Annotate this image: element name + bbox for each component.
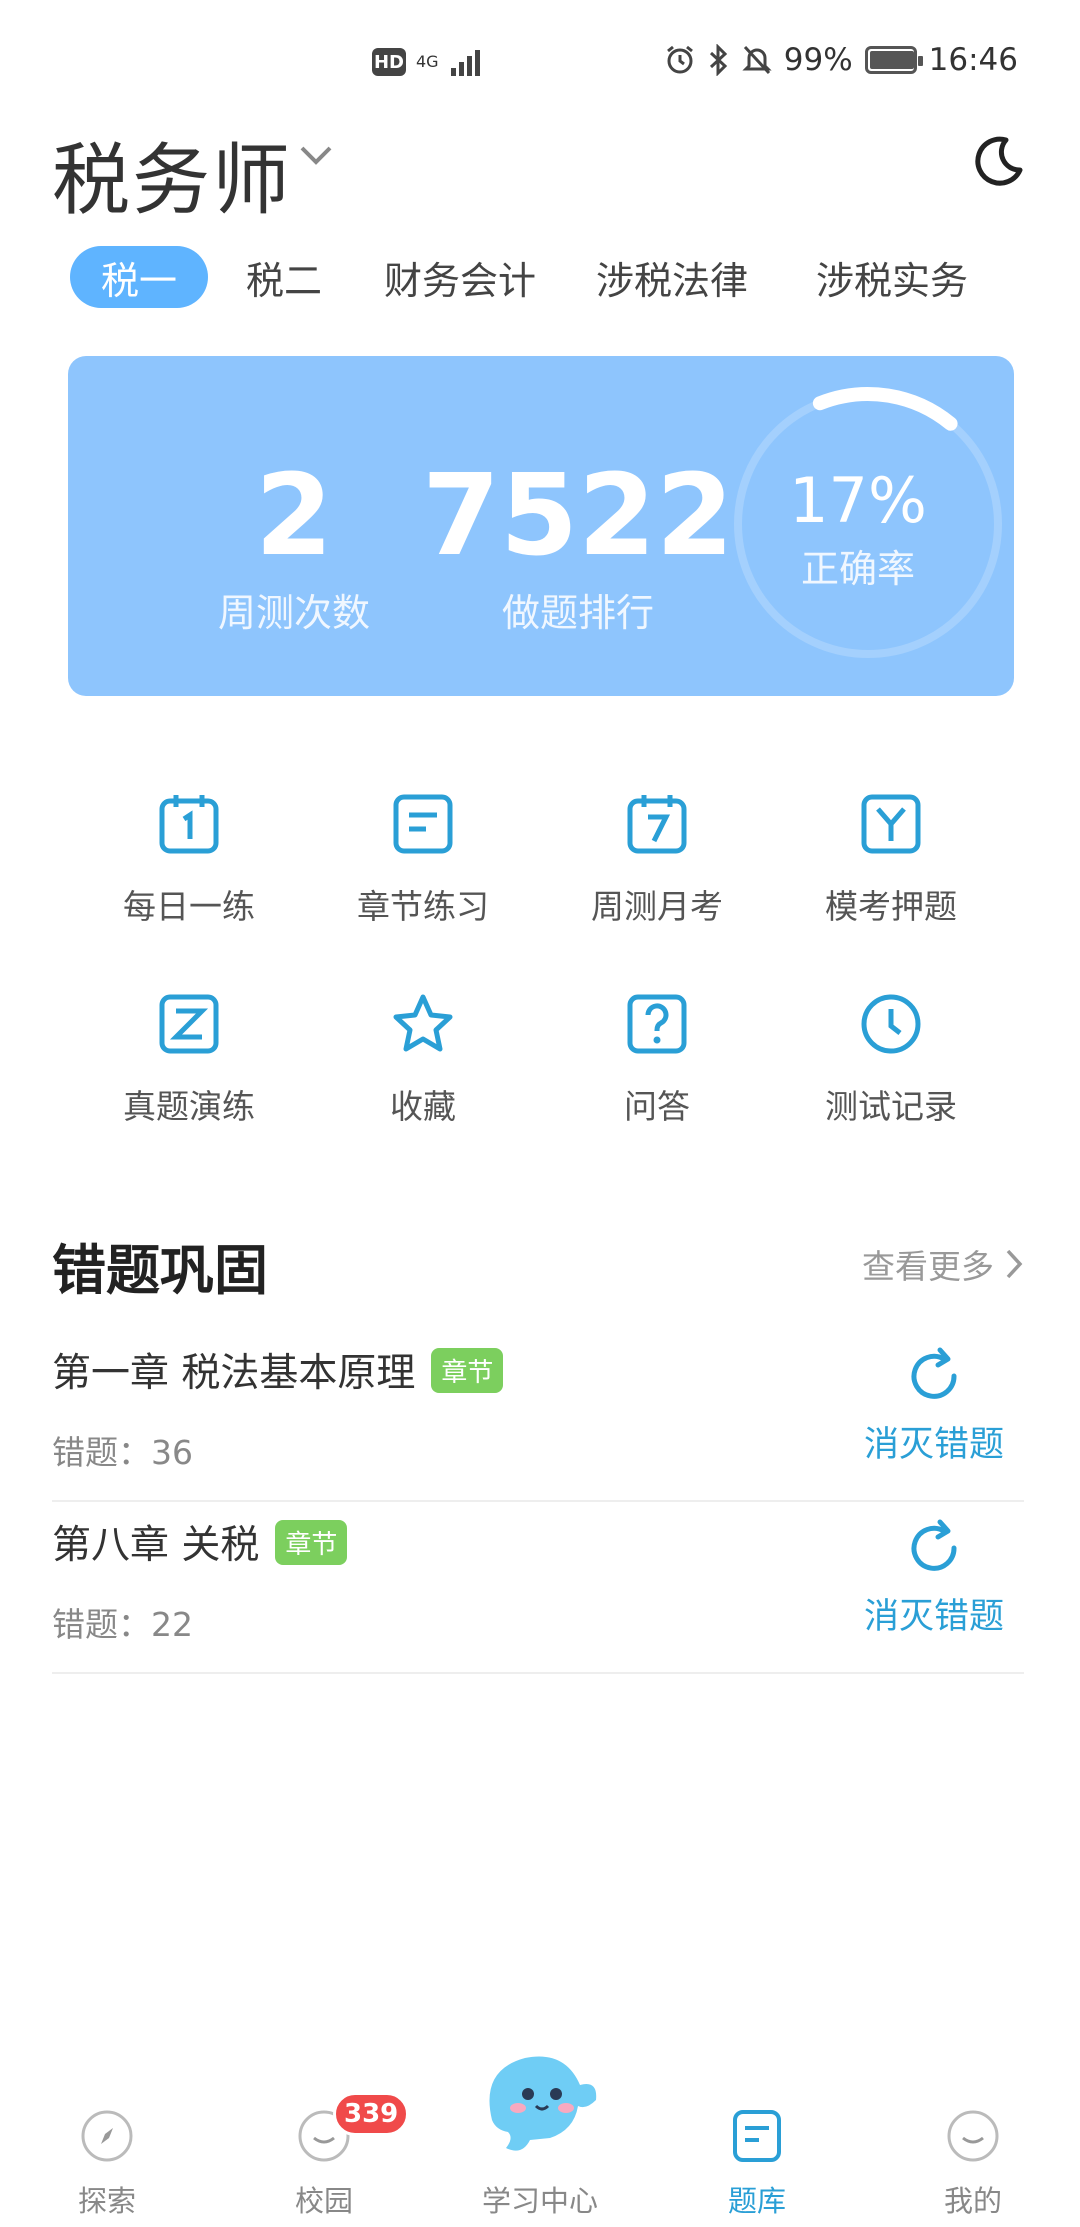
chapter-title: 第八章 关税 <box>52 1523 260 1568</box>
tab-tax-two[interactable]: 税二 <box>236 246 332 308</box>
night-mode-icon[interactable] <box>970 132 1026 188</box>
status-bar: HD 4G 99% 16:46 <box>0 0 1080 120</box>
nav-explore[interactable]: 探索 <box>32 2108 182 2220</box>
refresh-icon <box>911 1519 957 1571</box>
chapter-title: 第一章 税法基本原理 <box>52 1351 416 1396</box>
eliminate-wrong-button[interactable]: 消灭错题 <box>844 1346 1024 1467</box>
bluetooth-icon <box>709 44 727 76</box>
grid-label: 周测月考 <box>591 887 723 926</box>
stats-card[interactable]: 2 周测次数 7522 做题排行 17% 正确率 <box>68 356 1014 696</box>
list-item[interactable]: 第一章 税法基本原理 章节 错题：36 消灭错题 <box>52 1330 1024 1502</box>
chapter-tag: 章节 <box>431 1347 504 1393</box>
hd-icon: HD <box>372 48 406 76</box>
see-more-label: 查看更多 <box>862 1247 994 1286</box>
mute-bell-icon <box>742 45 772 75</box>
grid-label: 章节练习 <box>357 887 489 926</box>
nav-question-bank[interactable]: 题库 <box>682 2108 832 2220</box>
subject-selector-title[interactable]: 税务师 <box>52 118 292 230</box>
wrong-questions-title: 错题巩固 <box>52 1239 268 1302</box>
nav-label: 探索 <box>77 2184 136 2218</box>
nav-profile[interactable]: 我的 <box>898 2108 1048 2220</box>
nav-label: 题库 <box>727 2184 786 2218</box>
subject-tabs: 税一 税二 财务会计 涉税法律 涉税实务 <box>70 246 980 308</box>
clock-icon <box>861 994 921 1054</box>
question-icon <box>627 994 687 1054</box>
signal-icon <box>450 50 480 76</box>
tab-tax-one[interactable]: 税一 <box>70 246 208 308</box>
tab-financial-accounting[interactable]: 财务会计 <box>372 246 548 308</box>
accuracy-label: 正确率 <box>800 547 915 591</box>
accuracy-arc <box>812 387 958 431</box>
accuracy-value: 17% <box>789 464 927 537</box>
feature-grid: 每日一练 章节练习 周测月考 模考押题 真题演练 收藏 问答 测试记录 <box>72 790 1008 1128</box>
tab-tax-law[interactable]: 涉税法律 <box>584 246 760 308</box>
wrong-count: 错题：22 <box>52 1605 193 1644</box>
app-screen: HD 4G 99% 16:46 税务师 税一 税二 财务会计 涉税法律 涉税实务… <box>0 0 1080 2227</box>
wrong-count: 错题：36 <box>52 1433 193 1472</box>
nav-campus[interactable]: 339 校园 <box>249 2092 410 2220</box>
network-indicators: HD 4G <box>372 46 489 78</box>
test-history-button[interactable]: 测试记录 <box>774 990 1008 1128</box>
qa-button[interactable]: 问答 <box>540 990 774 1128</box>
grid-label: 测试记录 <box>825 1087 957 1126</box>
mock-exam-button[interactable]: 模考押题 <box>774 790 1008 928</box>
chapter-practice-button[interactable]: 章节练习 <box>306 790 540 928</box>
profile-icon <box>947 2110 999 2162</box>
mascot-icon[interactable] <box>470 2030 610 2170</box>
tab-tax-practice[interactable]: 涉税实务 <box>804 246 980 308</box>
notification-badge: 339 <box>333 2092 410 2136</box>
nav-label: 我的 <box>943 2184 1002 2218</box>
star-icon <box>393 994 453 1052</box>
wrong-questions-list: 第一章 税法基本原理 章节 错题：36 消灭错题 第八章 关税 章节 错题：22 <box>52 1330 1024 1674</box>
calendar-1-icon <box>159 795 219 854</box>
list-item[interactable]: 第八章 关税 章节 错题：22 消灭错题 <box>52 1502 1024 1674</box>
question-bank-icon <box>733 2110 781 2162</box>
accuracy-stat: 17% 正确率 <box>708 466 1008 593</box>
grid-label: 模考押题 <box>825 887 957 926</box>
y-mark-icon <box>861 794 921 854</box>
compass-icon <box>81 2110 133 2162</box>
network-type: 4G <box>416 52 439 71</box>
status-right: 99% 16:46 <box>664 42 1018 78</box>
grid-label: 每日一练 <box>123 887 255 926</box>
weekly-monthly-test-button[interactable]: 周测月考 <box>540 790 774 928</box>
clock-time: 16:46 <box>928 42 1018 78</box>
see-more-link[interactable]: 查看更多 <box>862 1240 1024 1288</box>
alarm-icon <box>666 45 693 74</box>
refresh-icon <box>911 1347 957 1399</box>
eliminate-wrong-button[interactable]: 消灭错题 <box>844 1518 1024 1639</box>
z-mark-icon <box>159 994 219 1054</box>
chapter-tag: 章节 <box>275 1519 348 1565</box>
daily-practice-button[interactable]: 每日一练 <box>72 790 306 928</box>
chevron-right-icon <box>1006 1249 1023 1279</box>
nav-label: 学习中心 <box>481 2184 598 2218</box>
past-exam-button[interactable]: 真题演练 <box>72 990 306 1128</box>
favorites-button[interactable]: 收藏 <box>306 990 540 1128</box>
chevron-down-icon[interactable] <box>296 140 336 170</box>
calendar-7-icon <box>627 795 687 854</box>
wrong-item-title-row: 第一章 税法基本原理 章节 <box>52 1342 504 1398</box>
battery-percent: 99% <box>783 42 853 78</box>
eliminate-wrong-label: 消灭错题 <box>863 1597 1004 1637</box>
battery-icon <box>864 46 923 74</box>
grid-label: 真题演练 <box>123 1087 255 1126</box>
chapter-icon <box>393 794 453 854</box>
nav-label: 校园 <box>294 2184 353 2218</box>
grid-label: 问答 <box>624 1087 690 1126</box>
wrong-item-title-row: 第八章 关税 章节 <box>52 1514 348 1570</box>
grid-label: 收藏 <box>390 1087 456 1126</box>
eliminate-wrong-label: 消灭错题 <box>863 1425 1004 1465</box>
